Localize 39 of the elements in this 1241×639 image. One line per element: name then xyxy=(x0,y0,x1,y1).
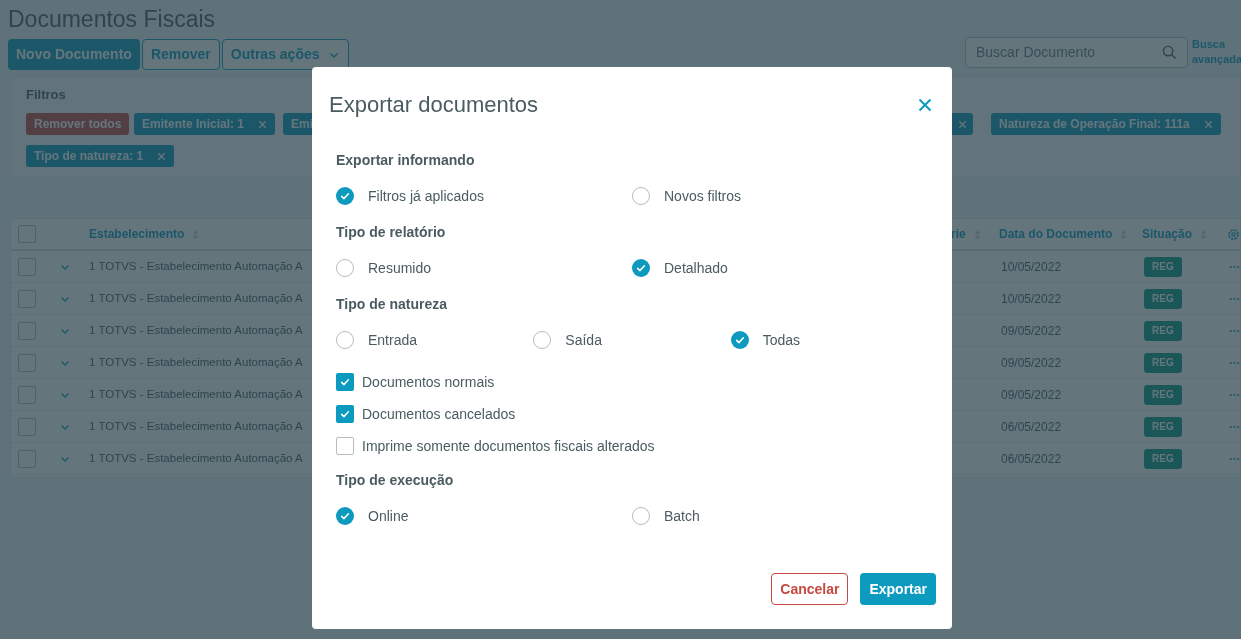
radio-button[interactable] xyxy=(336,507,354,525)
radio-label: Entrada xyxy=(368,330,418,350)
section-heading: Exportar informando xyxy=(336,150,475,170)
radio-label: Resumido xyxy=(368,258,432,278)
checkbox-label: Imprime somente documentos fiscais alterados xyxy=(362,436,655,456)
dialog-title: Exportar documentos xyxy=(329,91,539,119)
radio-label: Filtros já aplicados xyxy=(368,186,484,206)
radio-button[interactable] xyxy=(730,331,749,349)
checkbox[interactable] xyxy=(336,373,354,391)
checkbox[interactable] xyxy=(336,405,354,423)
radio-button[interactable] xyxy=(336,187,354,205)
radio-label: Novos filtros xyxy=(664,186,742,206)
check-icon xyxy=(733,334,746,346)
section-heading: Tipo de relatório xyxy=(336,222,446,242)
section-heading: Tipo de natureza xyxy=(336,294,447,314)
close-icon[interactable] xyxy=(918,97,932,112)
section-heading: Tipo de execução xyxy=(336,470,454,490)
column-header[interactable]: Situação xyxy=(1142,225,1192,243)
check-icon xyxy=(635,262,647,274)
checkbox[interactable] xyxy=(336,437,354,455)
checkbox-label: Documentos normais xyxy=(362,372,495,392)
check-icon xyxy=(339,510,351,522)
radio-label: Online xyxy=(368,506,409,526)
check-icon xyxy=(339,190,351,202)
radio-button[interactable] xyxy=(632,187,650,205)
check-icon xyxy=(339,376,351,388)
radio-label: Batch xyxy=(664,506,700,526)
radio-button[interactable] xyxy=(336,331,354,349)
radio-label: Detalhado xyxy=(664,258,728,278)
export-button[interactable]: Exportar xyxy=(860,573,936,605)
radio-label: Saída xyxy=(565,330,602,350)
radio-button[interactable] xyxy=(632,507,650,525)
radio-button[interactable] xyxy=(533,331,552,349)
check-icon xyxy=(339,408,351,420)
checkbox-label: Documentos cancelados xyxy=(362,404,516,424)
cancel-button[interactable]: Cancelar xyxy=(771,573,849,605)
radio-button[interactable] xyxy=(336,259,354,277)
radio-label: Todas xyxy=(762,330,800,350)
radio-button[interactable] xyxy=(632,259,650,277)
